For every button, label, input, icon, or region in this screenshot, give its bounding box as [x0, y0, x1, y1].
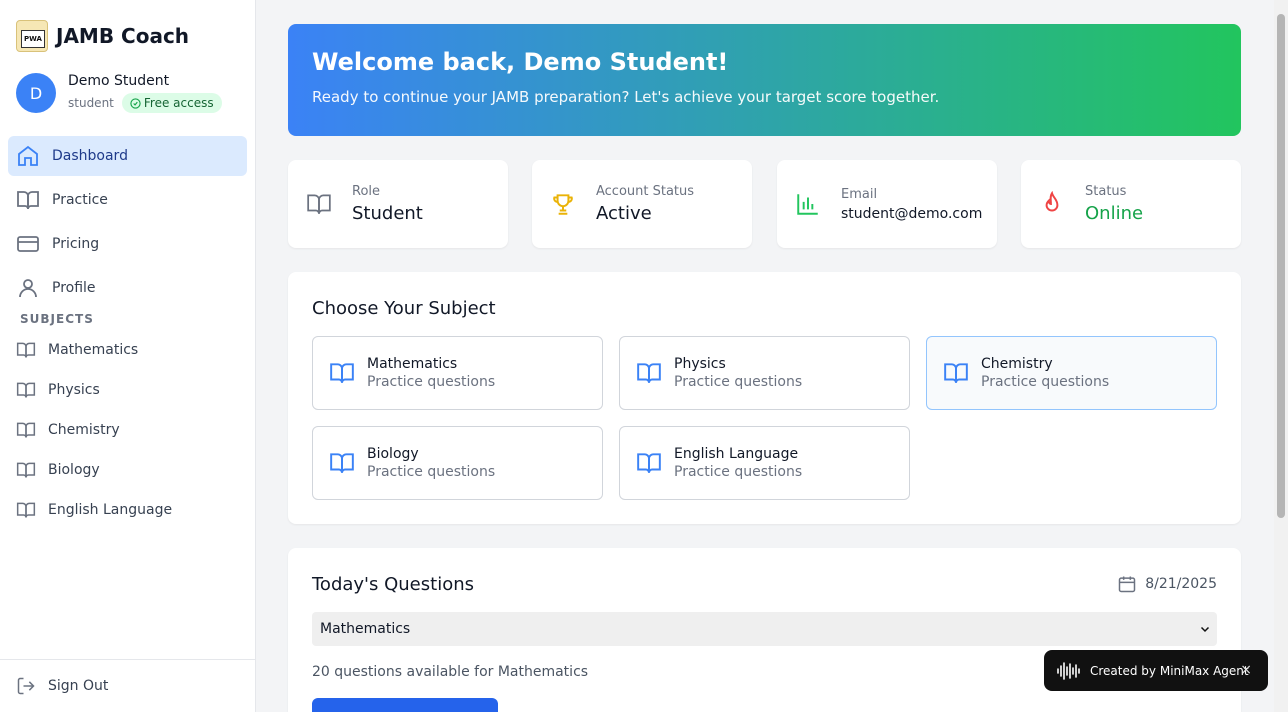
- app-name: JAMB Coach: [56, 24, 190, 48]
- page-scrollbar[interactable]: [1274, 0, 1288, 712]
- book-open-icon: [16, 462, 36, 478]
- subject-card-biology[interactable]: Biology Practice questions: [312, 426, 603, 500]
- book-open-icon: [16, 502, 36, 518]
- flame-icon: [1045, 191, 1059, 212]
- bar-chart-icon: [797, 194, 818, 215]
- nav-item-dashboard[interactable]: Dashboard: [8, 136, 247, 176]
- stat-card-account-status: Account Status Active: [532, 160, 752, 248]
- stat-label: Account Status: [596, 184, 695, 199]
- waveform-icon: [1057, 661, 1080, 680]
- sidebar-subject-biology[interactable]: Biology: [16, 450, 248, 490]
- book-open-icon: [16, 382, 36, 398]
- credit-card-icon: [17, 236, 39, 252]
- sidebar-subject-physics[interactable]: Physics: [16, 370, 248, 410]
- user-icon: [19, 279, 37, 298]
- stat-value: Online: [1085, 203, 1144, 224]
- main-nav: Dashboard Practice Pricing Profile: [8, 136, 247, 312]
- stat-card-email: Email student@demo.com: [777, 160, 997, 248]
- book-open-icon: [307, 194, 331, 214]
- welcome-title: Welcome back, Demo Student!: [312, 48, 729, 76]
- book-open-icon: [330, 453, 354, 473]
- home-icon: [18, 145, 38, 166]
- app-logo: PWA: [16, 20, 48, 52]
- toast-close-button[interactable]: ×: [1240, 662, 1252, 678]
- book-open-icon: [16, 342, 36, 358]
- subject-card-english[interactable]: English Language Practice questions: [619, 426, 910, 500]
- scrollbar-thumb[interactable]: [1277, 14, 1285, 518]
- subjects-heading: SUBJECTS: [20, 312, 94, 326]
- book-open-icon: [637, 453, 661, 473]
- toast-text: Created by MiniMax Agent: [1090, 663, 1249, 678]
- choose-subject-card: Choose Your Subject Mathematics Practice …: [288, 272, 1241, 524]
- minimax-toast: Created by MiniMax Agent ×: [1044, 650, 1268, 691]
- sign-out-button[interactable]: Sign Out: [0, 659, 255, 712]
- nav-item-profile[interactable]: Profile: [8, 268, 247, 308]
- stat-label: Email: [841, 186, 878, 202]
- sidebar-subject-english[interactable]: English Language: [16, 490, 248, 530]
- welcome-subtitle: Ready to continue your JAMB preparation?…: [312, 88, 940, 106]
- start-practice-button[interactable]: [312, 698, 498, 712]
- welcome-banner: Welcome back, Demo Student! Ready to con…: [288, 24, 1241, 136]
- brand[interactable]: PWA JAMB Coach: [16, 20, 189, 52]
- stat-value: student@demo.com: [841, 205, 983, 222]
- book-open-icon: [637, 363, 661, 383]
- stat-value: Student: [352, 203, 423, 224]
- logout-icon: [17, 677, 35, 695]
- book-open-icon: [16, 422, 36, 438]
- stat-label: Role: [352, 184, 381, 199]
- sidebar: PWA JAMB Coach D Demo Student student Fr…: [0, 0, 256, 712]
- trophy-icon: [553, 194, 573, 215]
- stat-card-status: Status Online: [1021, 160, 1241, 248]
- book-open-icon: [944, 363, 968, 383]
- subject-card-chemistry[interactable]: Chemistry Practice questions: [926, 336, 1217, 410]
- check-circle-icon: [130, 97, 141, 109]
- stat-label: Status: [1085, 184, 1127, 199]
- subject-card-mathematics[interactable]: Mathematics Practice questions: [312, 336, 603, 410]
- user-info: D Demo Student student Free access: [16, 73, 222, 113]
- sidebar-subject-chemistry[interactable]: Chemistry: [16, 410, 248, 450]
- book-open-icon: [17, 191, 39, 210]
- book-open-icon: [330, 363, 354, 383]
- sidebar-subject-mathematics[interactable]: Mathematics: [16, 330, 248, 370]
- questions-available-text: 20 questions available for Mathematics: [312, 664, 589, 680]
- stat-card-role: Role Student: [288, 160, 508, 248]
- subjects-nav: Mathematics Physics Chemistry Biology En…: [16, 330, 248, 530]
- user-name: Demo Student: [68, 73, 170, 89]
- access-badge: Free access: [121, 93, 222, 113]
- user-role: student: [68, 96, 114, 110]
- calendar-icon: [1118, 576, 1136, 593]
- avatar: D: [16, 73, 56, 113]
- choose-subject-title: Choose Your Subject: [312, 298, 496, 319]
- date-display: 8/21/2025: [1117, 574, 1217, 594]
- subject-card-physics[interactable]: Physics Practice questions: [619, 336, 910, 410]
- todays-questions-title: Today's Questions: [312, 574, 474, 595]
- nav-item-practice[interactable]: Practice: [8, 180, 247, 220]
- chevron-down-icon: [1200, 626, 1210, 633]
- stat-value: Active: [596, 203, 652, 224]
- nav-item-pricing[interactable]: Pricing: [8, 224, 247, 264]
- subject-select[interactable]: Mathematics: [312, 612, 1217, 646]
